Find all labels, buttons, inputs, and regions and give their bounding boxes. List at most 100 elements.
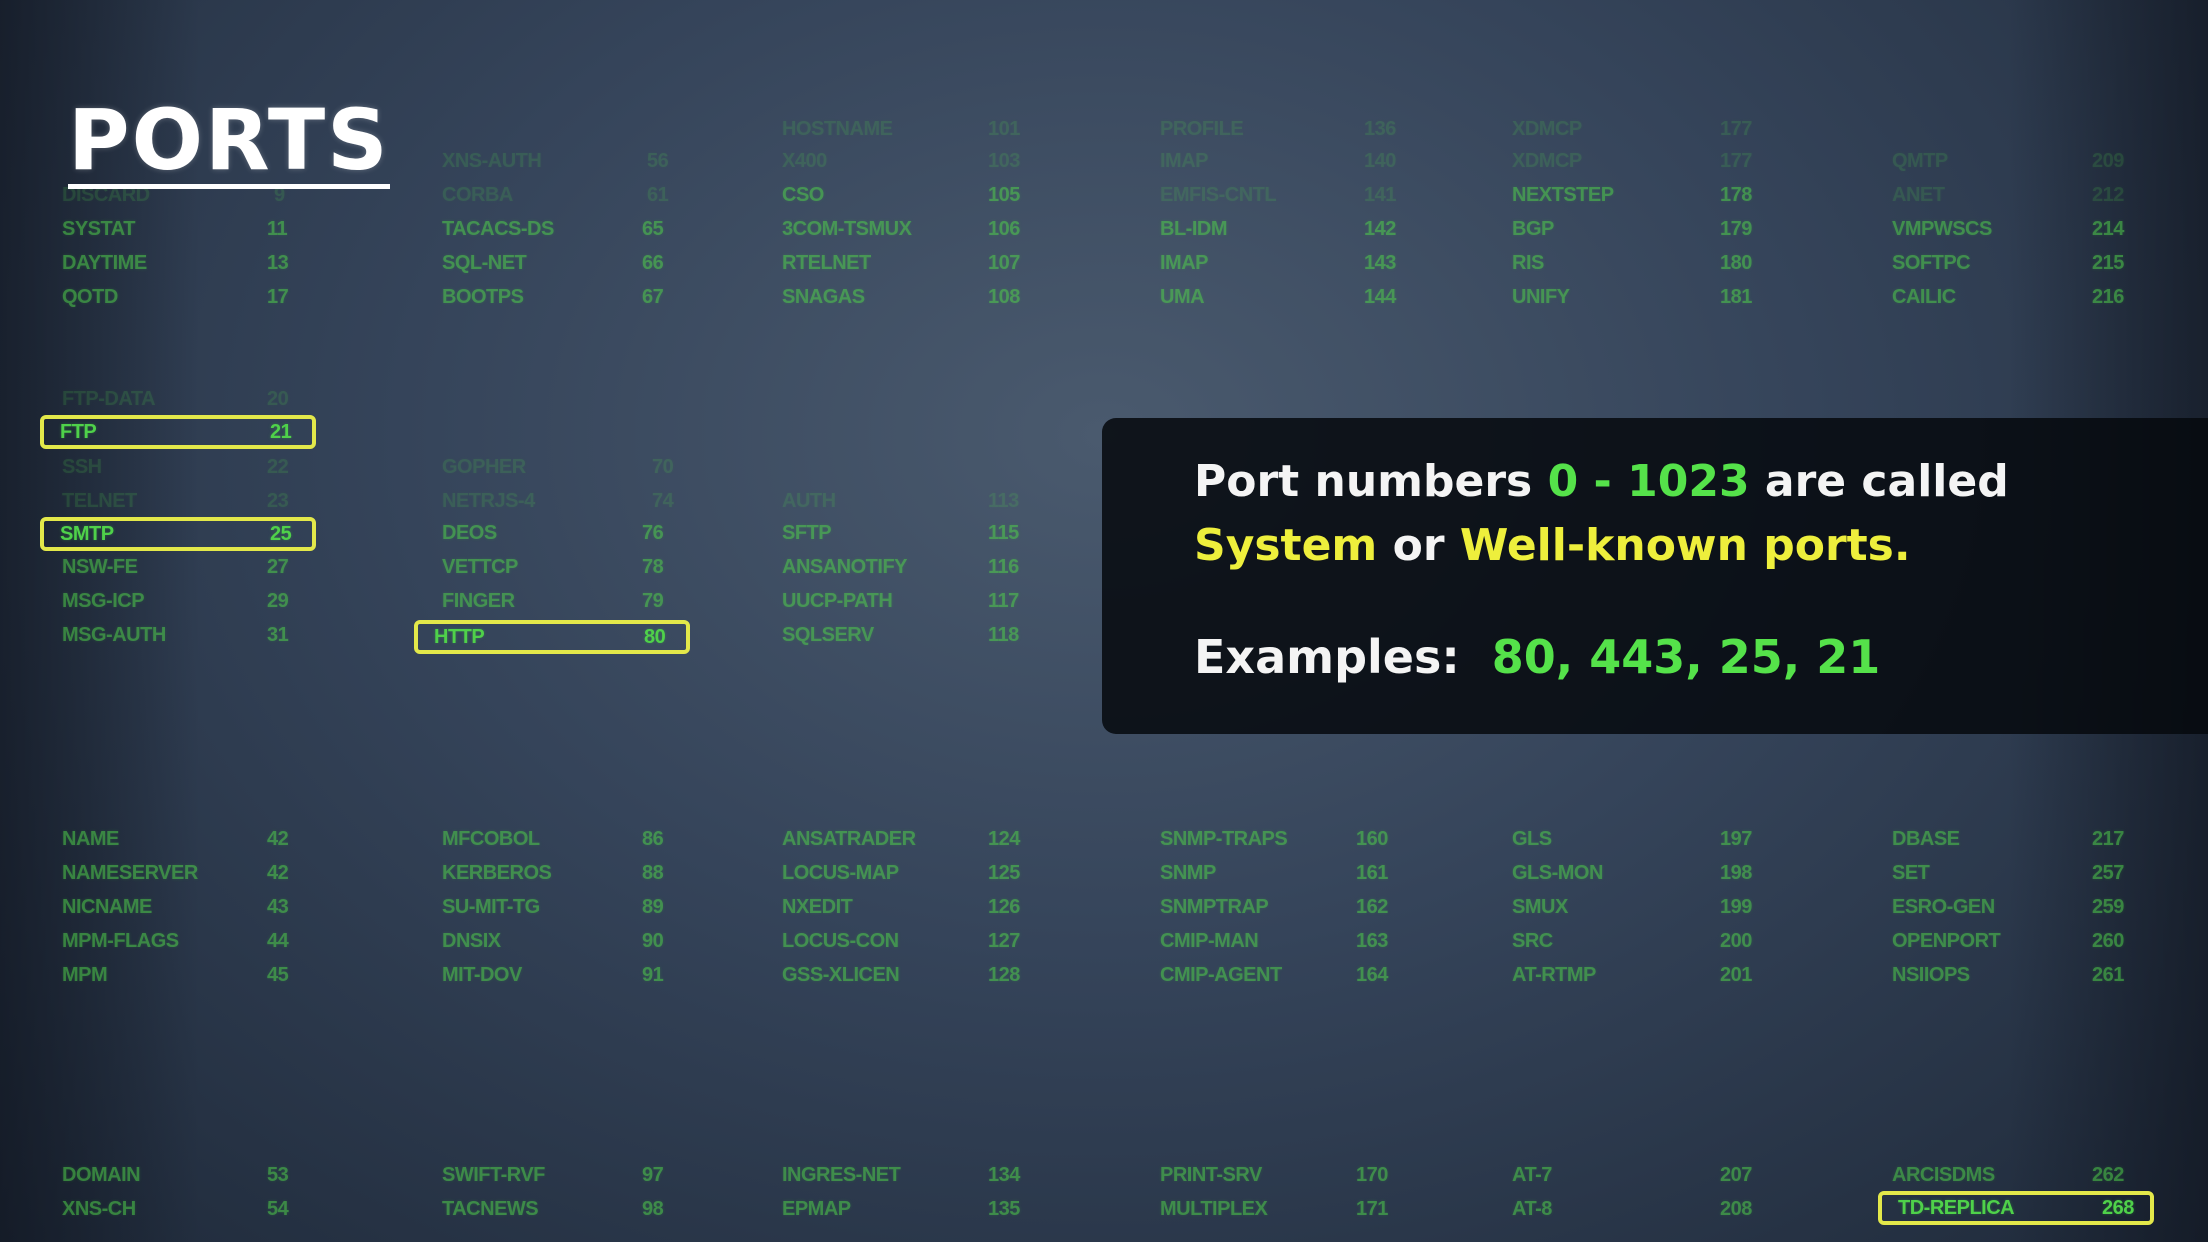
port-entry: SFTP 115	[782, 522, 1019, 544]
port-entry: LOCUS-MAP 125	[782, 862, 1020, 884]
port-entry: MULTIPLEX 171	[1160, 1198, 1388, 1220]
port-range: 0 - 1023	[1547, 456, 1750, 507]
port-entry: DOMAIN 53	[62, 1164, 289, 1186]
port-entry: SRC 200	[1512, 930, 1752, 952]
port-entry: MFCOBOL 86	[442, 828, 664, 850]
port-entry: SWIFT-RVF 97	[442, 1164, 664, 1186]
port-entry: BOOTPS 67	[442, 286, 664, 308]
port-entry: PRINT-SRV 170	[1160, 1164, 1388, 1186]
port-entry: SNMPTRAP 162	[1160, 896, 1388, 918]
port-entry: UNIFY 181	[1512, 286, 1752, 308]
port-entry: CMIP-AGENT 164	[1160, 964, 1388, 986]
port-entry: CAILIC 216	[1892, 286, 2124, 308]
port-entry: ANSATRADER 124	[782, 828, 1020, 850]
port-entry: CSO 105	[782, 184, 1020, 206]
port-entry: NSW-FE 27	[62, 556, 289, 578]
port-entry: DBASE 217	[1892, 828, 2124, 850]
port-entry-highlighted: SMTP 25	[40, 517, 316, 551]
system-term: System	[1194, 520, 1378, 571]
info-text: Port numbers	[1194, 456, 1548, 507]
port-entry: LOCUS-CON 127	[782, 930, 1020, 952]
port-entry: MSG-ICP 29	[62, 590, 289, 612]
port-entry: CMIP-MAN 163	[1160, 930, 1388, 952]
info-text: or	[1377, 520, 1460, 571]
port-entry: KERBEROS 88	[442, 862, 664, 884]
port-entry-highlighted: HTTP 80	[414, 620, 690, 654]
port-entry: AT-8 208	[1512, 1198, 1752, 1220]
port-entry: HOSTNAME 101	[782, 118, 1020, 140]
info-line-3: Examples: 80, 443, 25, 21	[1194, 630, 1880, 684]
port-entry: SMUX 199	[1512, 896, 1752, 918]
port-entry: XDMCP 177	[1512, 118, 1752, 140]
port-entry: EMFIS-CNTL 141	[1160, 184, 1396, 206]
port-entry: GSS-XLICEN 128	[782, 964, 1020, 986]
port-entry: XNS-AUTH 56	[442, 150, 669, 172]
port-entry: SQLSERV 118	[782, 624, 1019, 646]
port-entry: OPENPORT 260	[1892, 930, 2124, 952]
port-entry: AT-RTMP 201	[1512, 964, 1752, 986]
port-entry: BL-IDM 142	[1160, 218, 1396, 240]
well-known-term: Well-known ports.	[1459, 520, 1911, 571]
port-entry: XNS-CH 54	[62, 1198, 289, 1220]
port-entry: NEXTSTEP 178	[1512, 184, 1752, 206]
port-entry: SYSTAT 11	[62, 218, 288, 240]
port-entry-highlighted: TD-REPLICA 268	[1878, 1191, 2154, 1225]
port-entry: ARCISDMS 262	[1892, 1164, 2124, 1186]
port-entry: PROFILE 136	[1160, 118, 1396, 140]
port-entry: UMA 144	[1160, 286, 1396, 308]
port-entry: GLS 197	[1512, 828, 1752, 850]
port-entry: IMAP 143	[1160, 252, 1396, 274]
port-entry: NSIIOPS 261	[1892, 964, 2124, 986]
port-entry: ESRO-GEN 259	[1892, 896, 2124, 918]
port-entry: NAMESERVER 42	[62, 862, 289, 884]
info-text: are called	[1749, 456, 2009, 507]
page-title: PORTS	[68, 91, 390, 190]
port-entry: INGRES-NET 134	[782, 1164, 1020, 1186]
port-entry: NICNAME 43	[62, 896, 289, 918]
port-entry-highlighted: FTP 21	[40, 415, 316, 449]
port-entry: BGP 179	[1512, 218, 1752, 240]
port-entry: SOFTPC 215	[1892, 252, 2124, 274]
port-entry: VETTCP 78	[442, 556, 664, 578]
port-entry: XDMCP 177	[1512, 150, 1752, 172]
port-entry: DNSIX 90	[442, 930, 664, 952]
port-entry: AT-7 207	[1512, 1164, 1752, 1186]
port-entry: ANSANOTIFY 116	[782, 556, 1019, 578]
info-panel: Port numbers 0 - 1023 are called System …	[1102, 418, 2208, 734]
port-entry: TACNEWS 98	[442, 1198, 664, 1220]
port-entry: QMTP 209	[1892, 150, 2124, 172]
port-entry: FINGER 79	[442, 590, 664, 612]
port-entry: TELNET 23	[62, 490, 289, 512]
examples-values: 80, 443, 25, 21	[1491, 630, 1881, 684]
port-entry: 3COM-TSMUX 106	[782, 218, 1020, 240]
port-entry: UUCP-PATH 117	[782, 590, 1019, 612]
port-entry: QOTD 17	[62, 286, 289, 308]
port-entry: GOPHER 70	[442, 456, 674, 478]
port-entry: MIT-DOV 91	[442, 964, 664, 986]
info-line-1: Port numbers 0 - 1023 are called	[1194, 456, 2009, 507]
port-entry: TACACS-DS 65	[442, 218, 664, 240]
port-entry: SET 257	[1892, 862, 2124, 884]
port-entry: SQL-NET 66	[442, 252, 664, 274]
info-line-2: System or Well-known ports.	[1194, 520, 1911, 571]
port-entry: RIS 180	[1512, 252, 1752, 274]
port-entry: RTELNET 107	[782, 252, 1020, 274]
port-entry: GLS-MON 198	[1512, 862, 1752, 884]
port-entry: SSH 22	[62, 456, 289, 478]
port-entry: DEOS 76	[442, 522, 664, 544]
port-entry: ANET 212	[1892, 184, 2124, 206]
port-entry: FTP-DATA 20	[62, 388, 289, 410]
port-entry: EPMAP 135	[782, 1198, 1020, 1220]
port-entry: SNAGAS 108	[782, 286, 1020, 308]
port-entry: NXEDIT 126	[782, 896, 1020, 918]
port-entry: MPM 45	[62, 964, 289, 986]
port-entry: SNMP-TRAPS 160	[1160, 828, 1388, 850]
examples-label: Examples:	[1194, 630, 1460, 684]
port-entry: SU-MIT-TG 89	[442, 896, 664, 918]
port-entry: MSG-AUTH 31	[62, 624, 289, 646]
port-entry: IMAP 140	[1160, 150, 1396, 172]
port-entry: X400 103	[782, 150, 1020, 172]
port-entry: DAYTIME 13	[62, 252, 289, 274]
port-entry: VMPWSCS 214	[1892, 218, 2124, 240]
port-entry: SNMP 161	[1160, 862, 1388, 884]
